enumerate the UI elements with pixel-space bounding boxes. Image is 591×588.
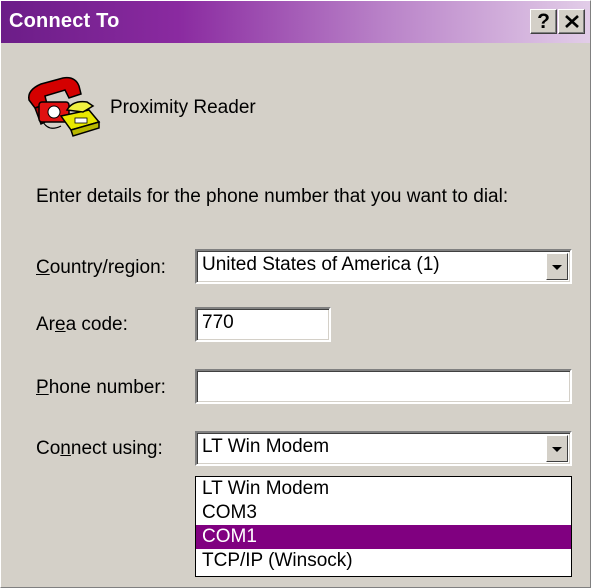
close-button[interactable]: [558, 9, 585, 34]
country-region-dropdown-button[interactable]: [546, 253, 568, 280]
connect-using-dropdown-list: LT Win Modem COM3 COM1 TCP/IP (Winsock): [195, 476, 572, 577]
chevron-down-icon: [552, 447, 562, 452]
dropdown-option[interactable]: TCP/IP (Winsock): [196, 549, 571, 573]
help-button[interactable]: ?: [530, 9, 557, 34]
title-bar[interactable]: Connect To ?: [1, 1, 590, 43]
close-icon: [564, 15, 579, 28]
chevron-down-icon: [552, 265, 562, 270]
phone-number-field[interactable]: [195, 369, 572, 404]
instructions-text: Enter details for the phone number that …: [36, 186, 509, 207]
dropdown-option[interactable]: LT Win Modem: [196, 477, 571, 501]
connect-to-dialog: Connect To ? Proximity Reader Enter deta…: [0, 0, 591, 588]
country-region-label: Country/region:: [36, 257, 166, 278]
country-region-select[interactable]: United States of America (1): [195, 249, 572, 284]
window-title: Connect To: [9, 10, 120, 32]
connect-using-select[interactable]: LT Win Modem: [195, 431, 572, 466]
dropdown-option[interactable]: COM3: [196, 501, 571, 525]
connect-using-dropdown-button[interactable]: [546, 435, 568, 462]
connect-using-value: LT Win Modem: [202, 436, 330, 457]
phone-number-label: Phone number:: [36, 377, 166, 398]
phone-connection-icon: [23, 72, 103, 140]
country-region-value: United States of America (1): [202, 254, 440, 275]
connect-using-label: Connect using:: [36, 438, 163, 459]
connection-name: Proximity Reader: [110, 97, 256, 118]
dropdown-option-selected[interactable]: COM1: [196, 525, 571, 549]
area-code-label: Area code:: [36, 314, 128, 335]
area-code-field[interactable]: 770: [195, 307, 331, 342]
